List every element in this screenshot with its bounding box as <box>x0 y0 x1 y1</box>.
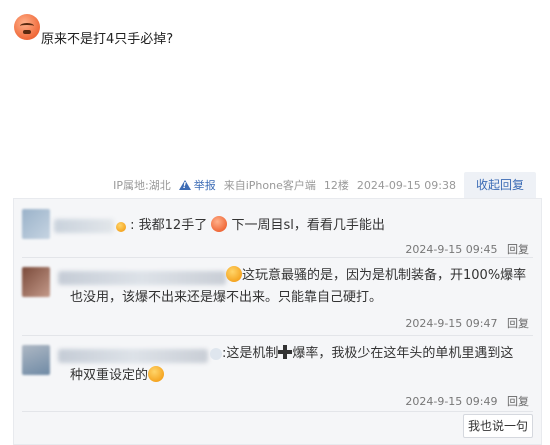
client-label: 来自iPhone客户端 <box>223 179 316 192</box>
hand-emoji-icon <box>210 348 222 360</box>
reply-meta: 2024-9-15 09:45 回复 <box>405 241 529 257</box>
divider <box>22 335 533 336</box>
reply-button[interactable]: 回复 <box>507 395 529 408</box>
post-reply-button[interactable]: 我也说一句 <box>463 414 533 438</box>
username-blurred[interactable] <box>58 349 208 363</box>
reply-item: 这玩意最骚的是，因为是机制装备，开100%爆率 也没用，该爆不出来还是爆不出来。… <box>22 265 533 333</box>
reply-button[interactable]: 回复 <box>507 243 529 256</box>
warning-icon <box>178 180 191 190</box>
username-blurred[interactable] <box>54 219 114 233</box>
thinking-face-emoji-icon <box>148 366 165 382</box>
divider <box>22 257 533 258</box>
fire-emoji-icon <box>116 222 126 232</box>
reply-meta: 2024-9-15 09:47 回复 <box>405 315 529 331</box>
reply-time: 2024-9-15 09:45 <box>405 243 498 256</box>
reply-text-line2: 也没用，该爆不出来还是爆不出来。只能靠自己硬打。 <box>70 290 383 305</box>
reply-item: :这是机制 爆率，我极少在这年头的单机里遇到这 种双重设定的 2024-9-15 … <box>22 343 533 411</box>
smiling-face-emoji-icon <box>226 266 242 282</box>
username-blurred[interactable] <box>58 271 226 285</box>
avatar[interactable] <box>22 267 50 297</box>
grinning-face-emoji-icon <box>211 216 228 232</box>
ip-location: IP属地:湖北 <box>113 179 171 192</box>
collapse-replies-button[interactable]: 收起回复 <box>463 172 536 198</box>
post-meta-bar: IP属地:湖北 举报 来自iPhone客户端 12楼 2024-09-15 09… <box>105 172 536 198</box>
plus-icon <box>278 345 293 359</box>
avatar[interactable] <box>22 345 50 375</box>
reply-time: 2024-9-15 09:47 <box>405 317 498 330</box>
reply-button[interactable]: 回复 <box>507 317 529 330</box>
reply-text-line1: :这是机制 爆率，我极少在这年头的单机里遇到这 <box>210 343 513 365</box>
post-timestamp: 2024-09-15 09:38 <box>356 178 456 192</box>
avatar[interactable] <box>22 209 50 239</box>
reply-time: 2024-9-15 09:49 <box>405 395 498 408</box>
reply-text-line1: 这玩意最骚的是，因为是机制装备，开100%爆率 <box>226 265 526 287</box>
post-text: 原来不是打4只手必掉? <box>41 32 174 47</box>
post-header <box>14 14 40 40</box>
reply-text-line2: 种双重设定的 <box>70 365 165 387</box>
replies-panel: : 我都12手了 下一周目sl，看看几手能出 2024-9-15 09:45 回… <box>13 198 542 445</box>
angry-face-emoji-icon <box>14 14 40 40</box>
report-link[interactable]: 举报 <box>178 177 216 193</box>
reply-item: : 我都12手了 下一周目sl，看看几手能出 2024-9-15 09:45 回… <box>22 209 533 257</box>
reply-meta: 2024-9-15 09:49 回复 <box>405 393 529 409</box>
floor-number: 12楼 <box>323 179 349 192</box>
reply-text: : 我都12手了 下一周目sl，看看几手能出 <box>116 215 385 237</box>
divider <box>22 411 533 412</box>
